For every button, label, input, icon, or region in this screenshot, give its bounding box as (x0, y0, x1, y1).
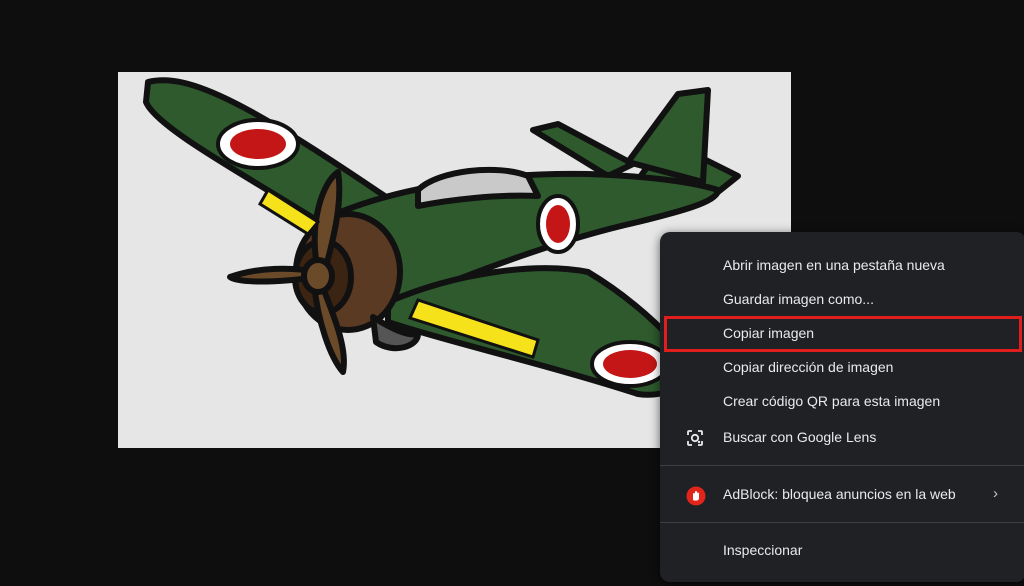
menu-separator (660, 465, 1024, 466)
menu-item-google-lens[interactable]: Buscar con Google Lens (660, 421, 1024, 453)
menu-item-label: Abrir imagen en una pestaña nueva (723, 257, 945, 273)
menu-item-label: AdBlock: bloquea anuncios en la web (723, 486, 956, 502)
menu-item-label: Guardar imagen como... (723, 291, 874, 307)
google-lens-icon (686, 429, 704, 447)
menu-item-label: Buscar con Google Lens (723, 429, 877, 445)
menu-item-label: Copiar dirección de imagen (723, 359, 894, 375)
highlight-box (664, 316, 1022, 352)
menu-item-open-image-new-tab[interactable]: Abrir imagen en una pestaña nueva (660, 249, 1024, 281)
menu-item-copy-image-address[interactable]: Copiar dirección de imagen (660, 351, 1024, 383)
menu-item-save-image-as[interactable]: Guardar imagen como... (660, 283, 1024, 315)
chevron-right-icon: › (993, 485, 998, 502)
menu-item-inspect[interactable]: Inspeccionar (660, 534, 1024, 566)
menu-item-label: Inspeccionar (723, 542, 803, 558)
adblock-icon (686, 486, 706, 506)
menu-separator (660, 522, 1024, 523)
menu-item-create-qr-code[interactable]: Crear código QR para esta imagen (660, 385, 1024, 417)
context-menu: Abrir imagen en una pestaña nueva Guarda… (660, 232, 1024, 582)
menu-item-adblock[interactable]: AdBlock: bloquea anuncios en la web › (660, 478, 1024, 510)
menu-item-label: Crear código QR para esta imagen (723, 393, 941, 409)
